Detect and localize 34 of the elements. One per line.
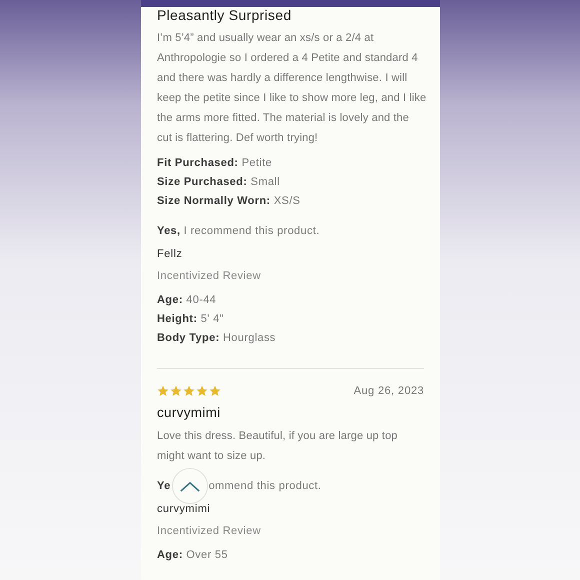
reviewer-name: curvymimi bbox=[157, 503, 212, 515]
reviewer-name: Fellz bbox=[157, 248, 184, 260]
review-title: Pleasantly Surprised bbox=[157, 7, 292, 23]
field-value: Small bbox=[250, 176, 280, 188]
review-title: curvymimi bbox=[157, 405, 222, 420]
recommend-lead: Yes, bbox=[157, 225, 180, 237]
star-icon bbox=[183, 385, 195, 397]
recommend-text: I recommend this product. bbox=[184, 225, 320, 237]
field-label: Height: bbox=[157, 313, 198, 325]
field-label: Age: bbox=[157, 549, 183, 561]
star-icon bbox=[209, 385, 221, 397]
scroll-to-top-button[interactable] bbox=[172, 468, 208, 504]
star-icon bbox=[170, 385, 182, 397]
field-label: Age: bbox=[157, 294, 183, 306]
star-icon bbox=[196, 385, 208, 397]
field-value: Hourglass bbox=[222, 332, 276, 344]
field-value: Over 55 bbox=[186, 549, 228, 561]
recommend-text: ommend this product. bbox=[208, 480, 322, 492]
field-label: Size Purchased: bbox=[157, 176, 248, 188]
field-label: Fit Purchased: bbox=[157, 157, 238, 169]
incentivized-label: Incentivized Review bbox=[157, 270, 262, 282]
chevron-up-icon bbox=[178, 480, 201, 492]
field-label: Size Normally Worn: bbox=[157, 195, 270, 207]
review-text: Love this dress. Beautiful, if you are large up top might want to size up. bbox=[157, 429, 399, 464]
field-value: Petite bbox=[242, 157, 272, 169]
field-value: XS/S bbox=[274, 195, 300, 207]
recommend-lead: Ye bbox=[157, 480, 171, 492]
review-date: Aug 26, 2023 bbox=[354, 385, 424, 397]
incentivized-label: Incentivized Review bbox=[157, 525, 262, 537]
field-label: Body Type: bbox=[157, 332, 220, 344]
star-icon bbox=[157, 385, 169, 397]
review-text: I’m 5’4” and usually wear an xs/s or a 2/4 at Anthropologie so I ordered a 4 Petite and standard 4 and there was hardly a difference lengthwise. I will keep the petite since I like to show more leg, and I like the arms more fitted. The material is lovely and the cut is flattering. Def worth trying! bbox=[157, 31, 427, 146]
field-value: 40-44 bbox=[186, 294, 216, 306]
field-value: 5' 4" bbox=[200, 313, 224, 325]
